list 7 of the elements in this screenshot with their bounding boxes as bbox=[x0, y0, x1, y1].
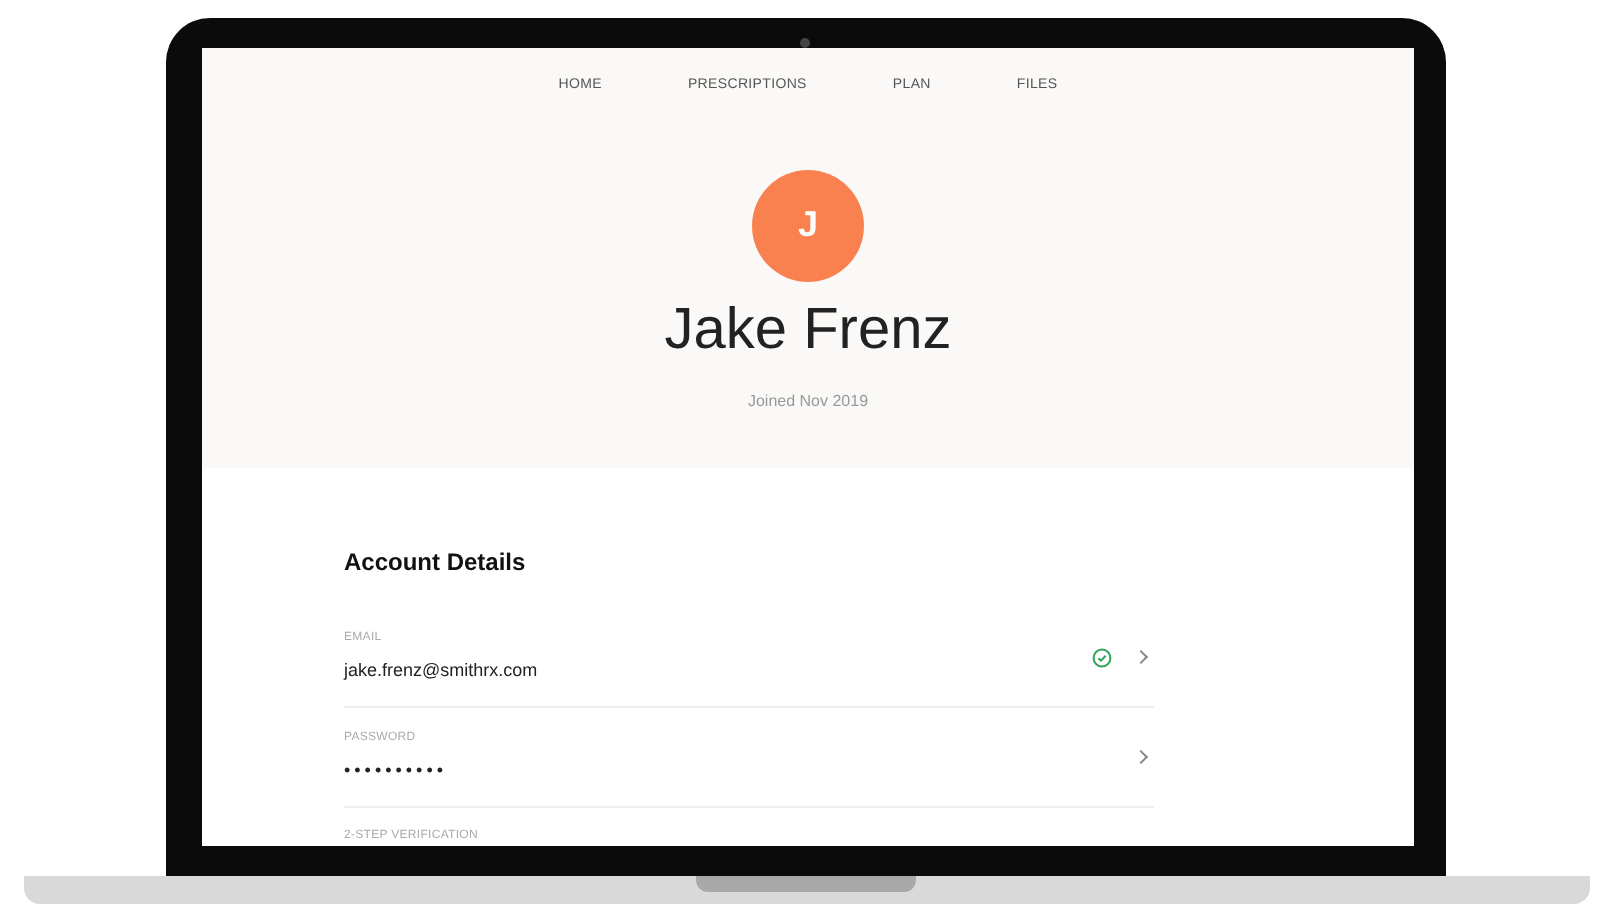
field-value: •••••••••• bbox=[344, 757, 450, 784]
joined-date: Joined Nov 2019 bbox=[747, 389, 869, 413]
avatar: J bbox=[752, 169, 864, 281]
section-title: Account Details bbox=[344, 546, 528, 580]
profile-name: Jake Frenz bbox=[664, 301, 952, 359]
field-value: jake.frenz@smithrx.com bbox=[344, 657, 540, 684]
camera-icon bbox=[800, 38, 810, 48]
